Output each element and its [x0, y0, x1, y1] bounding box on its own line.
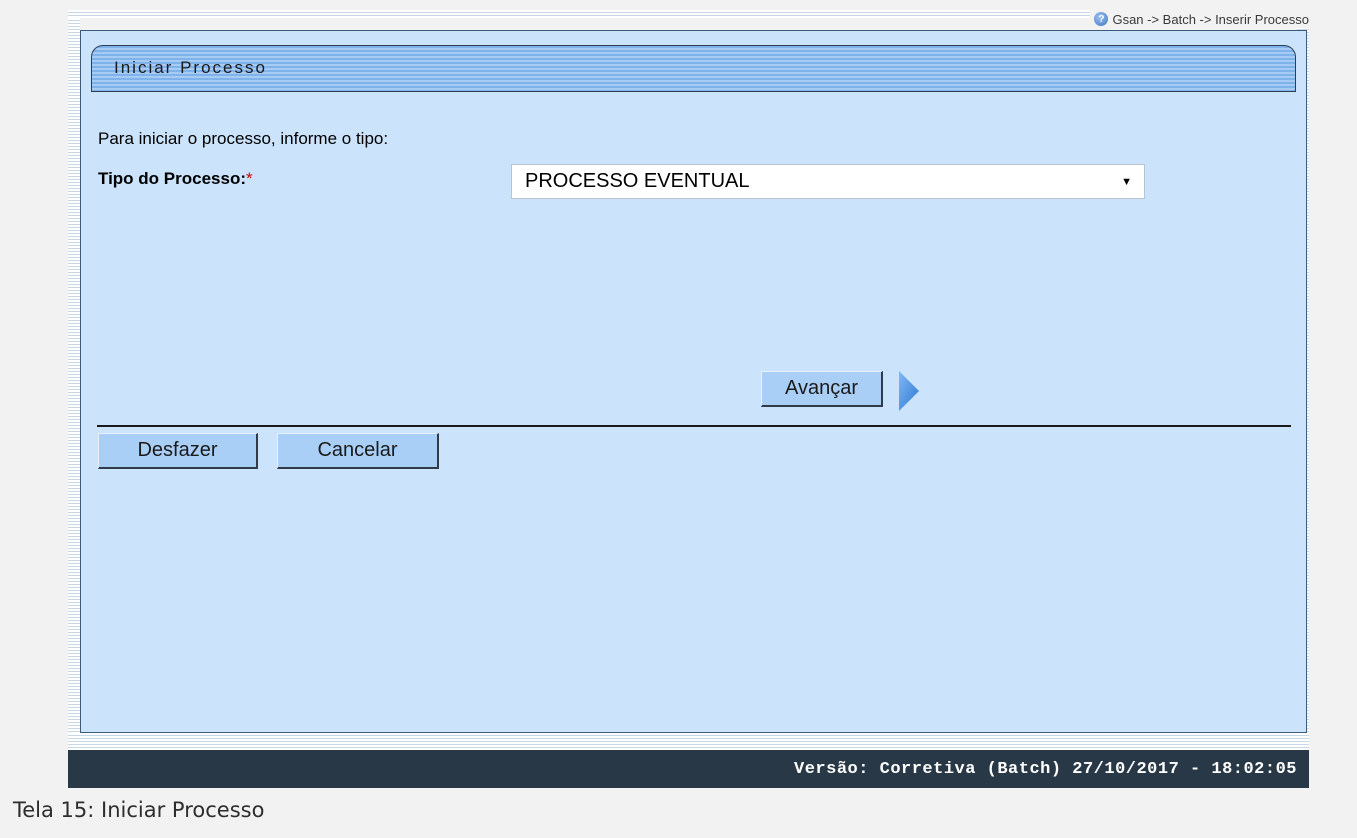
breadcrumb-text: Gsan -> Batch -> Inserir Processo — [1112, 11, 1309, 27]
undo-button[interactable]: Desfazer — [98, 433, 258, 469]
process-type-label-text: Tipo do Processo: — [98, 169, 246, 188]
form-title-bar: Iniciar Processo — [91, 45, 1296, 92]
cancel-button[interactable]: Cancelar — [277, 433, 439, 469]
divider — [97, 425, 1291, 427]
required-mark: * — [246, 169, 253, 188]
version-footer: Versão: Corretiva (Batch) 27/10/2017 - 1… — [68, 750, 1309, 788]
breadcrumb: ? Gsan -> Batch -> Inserir Processo — [1090, 10, 1309, 28]
left-decoration-strip — [68, 18, 80, 734]
process-type-selected-value: PROCESSO EVENTUAL — [525, 170, 750, 192]
form-panel: Iniciar Processo Para iniciar o processo… — [80, 30, 1307, 733]
arrow-right-icon[interactable] — [897, 369, 921, 413]
chevron-down-icon: ▼ — [1121, 175, 1132, 188]
page: ? Gsan -> Batch -> Inserir Processo Inic… — [0, 0, 1357, 838]
instruction-text: Para iniciar o processo, informe o tipo: — [98, 129, 389, 148]
process-type-label: Tipo do Processo:* — [98, 169, 253, 189]
process-type-select[interactable]: PROCESSO EVENTUAL ▼ — [511, 164, 1145, 199]
page-title: Iniciar Processo — [114, 58, 267, 77]
bottom-decoration-strip — [68, 733, 1309, 750]
help-icon[interactable]: ? — [1094, 12, 1109, 26]
version-text: Versão: Corretiva (Batch) 27/10/2017 - 1… — [794, 759, 1297, 779]
advance-button[interactable]: Avançar — [761, 371, 883, 407]
figure-caption: Tela 15: Iniciar Processo — [13, 798, 265, 822]
